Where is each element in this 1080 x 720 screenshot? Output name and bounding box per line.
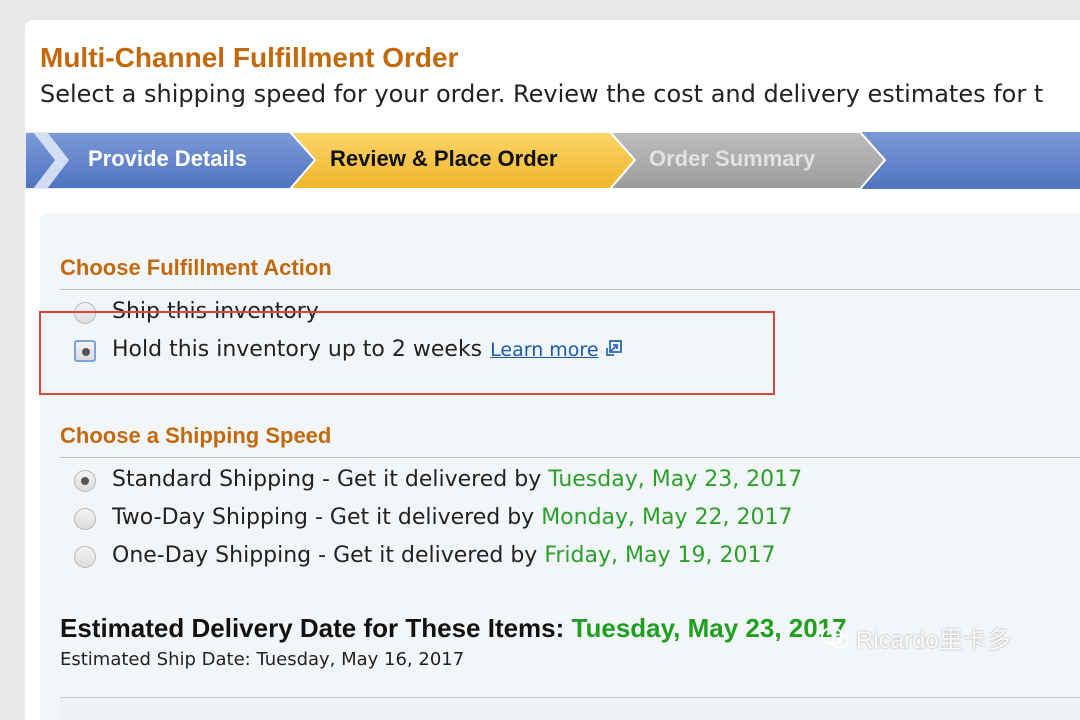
- estimated-delivery-date: Tuesday, May 23, 2017: [571, 613, 847, 643]
- next-section-edge: [60, 697, 1080, 720]
- page-title: Multi-Channel Fulfillment Order: [40, 42, 459, 73]
- option-standard-text: Standard Shipping - Get it delivered by …: [112, 467, 802, 492]
- radio-standard-shipping[interactable]: [74, 470, 96, 492]
- delivery-date: Monday, May 22, 2017: [541, 505, 793, 530]
- estimated-delivery-heading: Estimated Delivery Date for These Items:…: [60, 613, 847, 644]
- delivery-date: Tuesday, May 23, 2017: [548, 467, 803, 492]
- option-one-day-text: One-Day Shipping - Get it delivered by F…: [112, 543, 775, 568]
- option-label: Standard Shipping - Get it delivered by: [112, 467, 542, 492]
- option-label: One-Day Shipping - Get it delivered by: [112, 543, 538, 568]
- highlight-box: [39, 311, 775, 395]
- estimated-ship-date: Estimated Ship Date: Tuesday, May 16, 20…: [60, 649, 465, 670]
- page-subtitle: Select a shipping speed for your order. …: [40, 80, 1044, 108]
- fulfillment-action-title: Choose Fulfillment Action: [60, 255, 332, 280]
- step-review-place-order[interactable]: Review & Place Order: [330, 146, 557, 172]
- shipping-speed-title: Choose a Shipping Speed: [60, 423, 332, 448]
- progress-steps: Provide Details Review & Place Order Ord…: [25, 132, 1080, 189]
- watermark: Ricardo里卡多: [820, 620, 1011, 658]
- option-label: Two-Day Shipping - Get it delivered by: [112, 505, 535, 530]
- step-order-summary: Order Summary: [649, 146, 816, 171]
- radio-one-day-shipping[interactable]: [74, 546, 96, 568]
- order-card: Multi-Channel Fulfillment Order Select a…: [25, 20, 1080, 720]
- divider: [60, 457, 1080, 458]
- step-provide-details[interactable]: Provide Details: [88, 146, 247, 172]
- wechat-icon: [820, 625, 850, 658]
- radio-two-day-shipping[interactable]: [74, 508, 96, 530]
- watermark-text: Ricardo里卡多: [856, 627, 1011, 654]
- divider: [60, 289, 1080, 290]
- estimated-delivery-label: Estimated Delivery Date for These Items:: [60, 613, 565, 643]
- option-two-day-text: Two-Day Shipping - Get it delivered by M…: [112, 505, 792, 530]
- delivery-date: Friday, May 19, 2017: [544, 543, 776, 568]
